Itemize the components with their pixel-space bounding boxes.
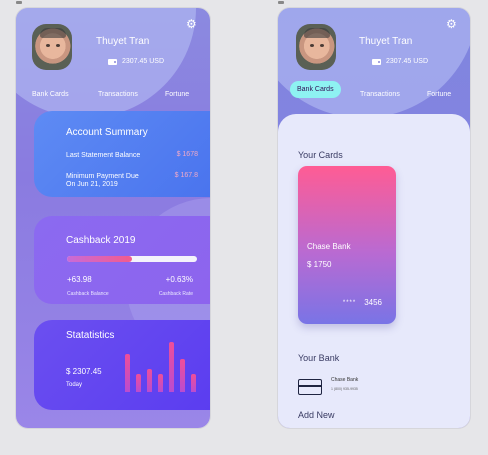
statistics-period: Today [66,382,83,388]
avatar[interactable] [32,24,72,70]
bank-card[interactable]: Chase Bank $ 1750 **** 3456 [298,166,396,324]
gear-icon[interactable]: ⚙ [186,18,198,30]
cashback-balance-label: Cashback Balance [67,291,109,297]
last-statement-value: $ 1678 [176,151,198,158]
tab-fortune-right[interactable]: Fortune [427,91,451,98]
cashback-title: Cashback 2019 [66,235,136,246]
window-tab-right [278,1,284,4]
stat-bar [158,374,163,392]
statistics-title: Statatistics [66,330,115,341]
phone-left: ⚙ Thuyet Tran 2307.45 USD Bank Cards Tra… [16,8,210,428]
account-summary-title: Account Summary [66,127,148,138]
phone-right: ⚙ Thuyet Tran 2307.45 USD Bank Cards Tra… [278,8,470,428]
tab-fortune[interactable]: Fortune [165,91,189,98]
user-name: Thuyet Tran [96,36,150,47]
card-mask: **** [342,299,357,306]
card-bank-name: Chase Bank [307,242,351,251]
card-last4: 3456 [364,298,382,307]
your-cards-title: Your Cards [298,150,343,160]
card-number: **** 3456 [343,298,382,307]
cashback-panel[interactable]: Cashback 2019 +63.98 Cashback Balance +0… [34,216,210,304]
card-balance: $ 1750 [307,260,332,269]
stat-bar [169,342,174,392]
balance-line-right: 2307.45 USD [372,58,428,65]
cashback-rate-value: +0.63% [165,275,193,284]
stat-bar [125,354,130,392]
wallet-icon [108,58,117,65]
wallet-icon [372,58,381,65]
your-bank-title: Your Bank [298,353,340,363]
balance-line: 2307.45 USD [108,58,164,65]
bank-phone: 1 (800) 935-9935 [331,387,358,391]
stat-bar [147,369,152,392]
tab-bank-cards[interactable]: Bank Cards [32,91,69,98]
bank-card-icon [298,379,322,395]
cashback-progress [67,256,197,262]
statistics-panel[interactable]: Statatistics $ 2307.45 Today [34,320,210,410]
add-new-link[interactable]: Add New [298,410,335,420]
statistics-amount: $ 2307.45 [66,367,102,376]
cards-sheet: Your Cards Chase Bank $ 1750 **** 3456 Y… [278,114,470,428]
stat-bar [191,374,196,392]
nav-bar: Bank Cards Transactions Fortune [16,86,210,102]
cashback-balance-value: +63.98 [67,275,92,284]
avatar-right[interactable] [296,24,336,70]
min-payment-date: On Jun 21, 2019 [66,181,118,188]
gear-icon-right[interactable]: ⚙ [446,18,458,30]
balance-value-right: 2307.45 USD [386,58,429,65]
cashback-progress-fill [67,256,132,262]
tab-transactions-right[interactable]: Transactions [360,91,400,98]
nav-bar-right: Bank Cards Transactions Fortune [278,81,470,102]
account-summary-panel[interactable]: Account Summary Last Statement Balance $… [34,111,210,197]
tab-transactions[interactable]: Transactions [98,91,138,98]
balance-value: 2307.45 USD [122,58,165,65]
min-payment-value: $ 167.8 [174,172,198,179]
stat-bar [180,359,185,392]
bank-name[interactable]: Chase Bank [331,377,358,383]
cashback-rate-label: Cashback Rate [158,291,193,297]
window-tab-left [16,1,22,4]
user-name-right: Thuyet Tran [359,36,413,47]
last-statement-label: Last Statement Balance [66,152,141,159]
tab-bank-cards-active[interactable]: Bank Cards [290,81,341,98]
stat-bar [136,374,141,392]
